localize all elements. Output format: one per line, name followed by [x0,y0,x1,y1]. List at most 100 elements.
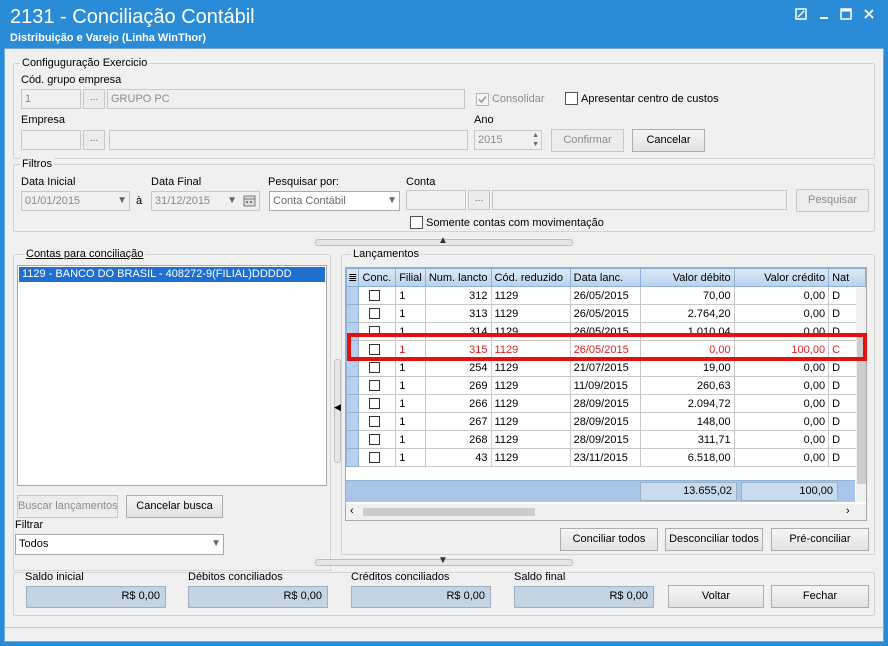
row-indicator[interactable] [346,430,360,449]
somente-contas-checkbox[interactable] [410,216,423,229]
bottom-splitter[interactable]: ▼ [315,555,573,566]
column-header[interactable]: Data lanc. [569,268,642,287]
list-item[interactable]: 1129 - BANCO DO BRASIL - 408272-9(FILIAL… [19,267,325,282]
num-lancto-cell: 43 [424,448,492,467]
calendar-icon[interactable] [243,194,256,210]
fechar-button[interactable]: Fechar [771,585,869,608]
conc-checkbox[interactable] [369,452,381,464]
conta-lookup-button[interactable]: ... [468,190,490,210]
conc-cell[interactable] [358,430,397,449]
column-header[interactable]: Conc. [358,268,397,287]
column-chooser-icon[interactable]: ≣ [346,268,360,287]
data-final-input[interactable]: 31/12/2015 ▼ [151,191,260,211]
apresentar-centro-custos-checkbox[interactable] [565,92,578,105]
lancamentos-grid[interactable]: ≣ Conc. Filial Num. lancto Cód. reduzido… [345,267,867,521]
cod-grupo-lookup-button[interactable]: ... [83,89,105,109]
column-header[interactable]: Cód. reduzido [490,268,571,287]
chevron-left-icon[interactable]: ◀ [334,402,341,413]
table-row[interactable]: 1 312 1129 26/05/2015 70,00 0,00 D [346,286,866,305]
grid-horizontal-scrollbar[interactable]: ‹ › [346,504,866,520]
conc-cell[interactable] [358,358,397,377]
vertical-splitter[interactable]: ◀ [334,359,341,463]
conc-checkbox[interactable] [369,398,381,410]
conc-checkbox[interactable] [369,362,381,374]
column-header[interactable]: Valor débito [640,268,735,287]
restore-icon[interactable] [793,8,809,22]
empresa-name-input[interactable] [109,130,468,150]
row-indicator[interactable] [346,358,360,377]
consolidar-checkbox[interactable] [476,93,489,106]
column-header[interactable]: Nat [828,268,866,287]
conc-cell[interactable] [358,286,397,305]
pesquisar-por-select[interactable]: Conta Contábil ▼ [269,191,400,211]
cancelar-busca-button[interactable]: Cancelar busca [126,495,223,518]
grupo-name-input[interactable]: GRUPO PC [107,89,465,109]
conc-checkbox[interactable] [369,416,381,428]
conc-checkbox[interactable] [369,434,381,446]
scrollbar-thumb[interactable] [363,508,535,516]
pesquisar-button[interactable]: Pesquisar [796,189,869,212]
table-row[interactable]: 1 269 1129 11/09/2015 260,63 0,00 D [346,376,866,395]
filial-cell: 1 [395,286,426,305]
table-row[interactable]: 1 254 1129 21/07/2015 19,00 0,00 D [346,358,866,377]
chevron-up-icon[interactable]: ▲ [438,235,448,246]
voltar-button[interactable]: Voltar [668,585,764,608]
row-indicator[interactable] [346,286,360,305]
somente-contas-label: Somente contas com movimentação [426,217,604,229]
buscar-lancamentos-button[interactable]: Buscar lançamentos [17,495,118,518]
empresa-input[interactable] [21,130,81,150]
table-row[interactable]: 1 268 1129 28/09/2015 311,71 0,00 D [346,430,866,449]
confirmar-button[interactable]: Confirmar [551,129,624,152]
table-row[interactable]: 1 43 1129 23/11/2015 6.518,00 0,00 D [346,448,866,467]
chevron-left-icon[interactable]: ‹ [350,505,354,517]
table-row[interactable]: 1 313 1129 26/05/2015 2.764,20 0,00 D [346,304,866,323]
row-indicator[interactable] [346,304,360,323]
conc-checkbox[interactable] [369,380,381,392]
conc-cell[interactable] [358,304,397,323]
conc-checkbox[interactable] [369,308,381,320]
data-inicial-input[interactable]: 01/01/2015 ▼ [21,191,130,211]
empresa-lookup-button[interactable]: ... [83,130,105,150]
chevron-down-icon[interactable]: ▼ [211,538,221,549]
table-row[interactable]: 1 266 1129 28/09/2015 2.094,72 0,00 D [346,394,866,413]
chevron-right-icon[interactable]: › [846,505,850,517]
conciliar-todos-button[interactable]: Conciliar todos [560,528,658,551]
conta-name-input[interactable] [492,190,787,210]
filtrar-select[interactable]: Todos ▼ [15,534,224,555]
title-bar: 2131 - Conciliação Contábil Distribuição… [0,0,888,48]
conc-cell[interactable] [358,394,397,413]
cancelar-button[interactable]: Cancelar [632,129,705,152]
cod-grupo-input[interactable]: 1 [21,89,81,109]
pre-conciliar-button[interactable]: Pré-conciliar [771,528,869,551]
chevron-down-icon[interactable]: ▼ [438,555,448,566]
row-indicator[interactable] [346,448,360,467]
column-header[interactable]: Valor crédito [733,268,830,287]
chevron-down-icon[interactable]: ▼ [387,195,397,206]
contas-list[interactable]: 1129 - BANCO DO BRASIL - 408272-9(FILIAL… [17,265,327,486]
maximize-icon[interactable] [838,8,854,22]
saldo-inicial-value: R$ 0,00 [26,586,166,608]
conc-cell[interactable] [358,376,397,395]
spinner-arrows-icon[interactable]: ▲ ▼ [532,131,539,149]
grid-vertical-scrollbar[interactable] [856,288,866,502]
desconciliar-todos-button[interactable]: Desconciliar todos [665,528,763,551]
conc-cell[interactable] [358,448,397,467]
minimize-icon[interactable] [816,8,832,22]
conc-cell[interactable] [358,412,397,431]
horizontal-splitter[interactable]: ▲ [315,235,573,246]
chevron-down-icon[interactable]: ▼ [117,195,127,206]
table-row[interactable]: 1 267 1129 28/09/2015 148,00 0,00 D [346,412,866,431]
valor-credito-cell: 0,00 [733,286,830,305]
row-indicator[interactable] [346,376,360,395]
chevron-down-icon[interactable]: ▼ [227,195,237,206]
column-header[interactable]: Filial [395,268,426,287]
conta-input[interactable] [406,190,466,210]
column-header[interactable]: Num. lancto [424,268,492,287]
conc-checkbox[interactable] [369,290,381,302]
grid-header-row: ≣ Conc. Filial Num. lancto Cód. reduzido… [346,268,866,287]
close-icon[interactable] [861,8,877,22]
row-indicator[interactable] [346,412,360,431]
ano-spinner[interactable]: 2015 ▲ ▼ [474,130,542,150]
row-indicator[interactable] [346,394,360,413]
app-window: 2131 - Conciliação Contábil Distribuição… [0,0,888,646]
